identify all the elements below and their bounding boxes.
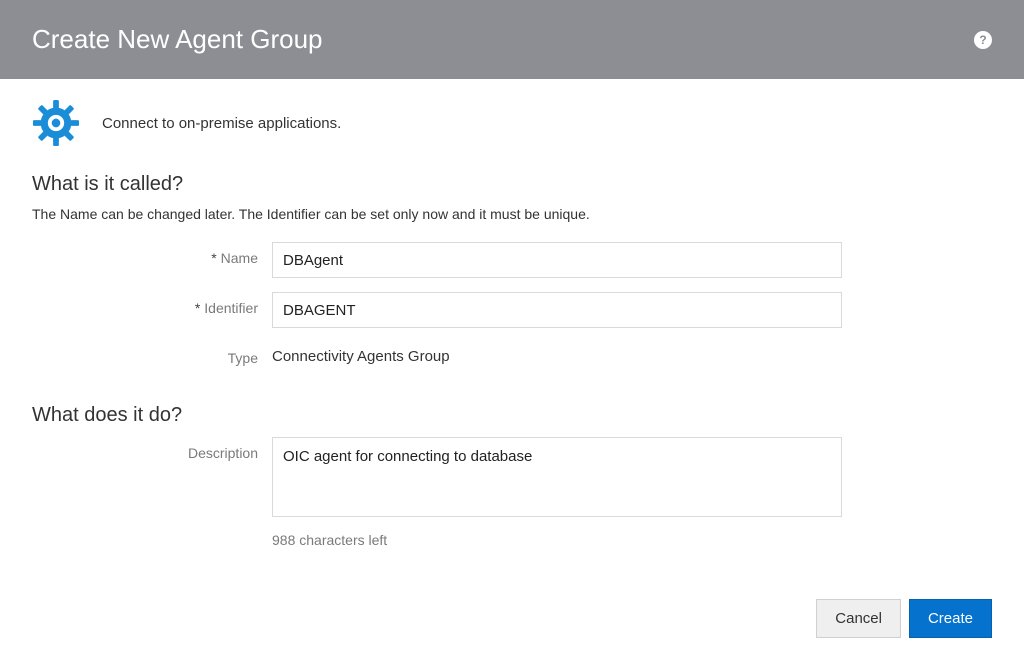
type-label: Type: [32, 342, 272, 366]
form-row-description: Description 988 characters left: [32, 437, 992, 548]
page-title: Create New Agent Group: [32, 24, 323, 55]
description-textarea[interactable]: [272, 437, 842, 517]
intro-text: Connect to on-premise applications.: [102, 115, 341, 132]
help-icon[interactable]: ?: [974, 31, 992, 49]
form-row-name: *Name: [32, 242, 992, 278]
dialog-content: Connect to on-premise applications. What…: [0, 79, 1024, 582]
form-row-type: Type Connectivity Agents Group: [32, 342, 992, 366]
identifier-input[interactable]: [272, 292, 842, 328]
section-called-title: What is it called?: [32, 173, 992, 196]
cancel-button[interactable]: Cancel: [816, 599, 901, 638]
name-label: *Name: [32, 242, 272, 266]
gear-icon: [32, 99, 80, 147]
chars-left-text: 988 characters left: [272, 532, 842, 548]
form-row-identifier: *Identifier: [32, 292, 992, 328]
required-marker: *: [211, 250, 216, 266]
section-called-subtitle: The Name can be changed later. The Ident…: [32, 206, 992, 222]
description-label: Description: [32, 437, 272, 461]
create-button[interactable]: Create: [909, 599, 992, 638]
name-input[interactable]: [272, 242, 842, 278]
dialog-header: Create New Agent Group ?: [0, 0, 1024, 79]
required-marker: *: [195, 300, 200, 316]
section-do-title: What does it do?: [32, 404, 992, 427]
type-value: Connectivity Agents Group: [272, 342, 842, 365]
intro-row: Connect to on-premise applications.: [32, 99, 992, 147]
dialog-footer: Cancel Create: [816, 599, 992, 638]
identifier-label: *Identifier: [32, 292, 272, 316]
